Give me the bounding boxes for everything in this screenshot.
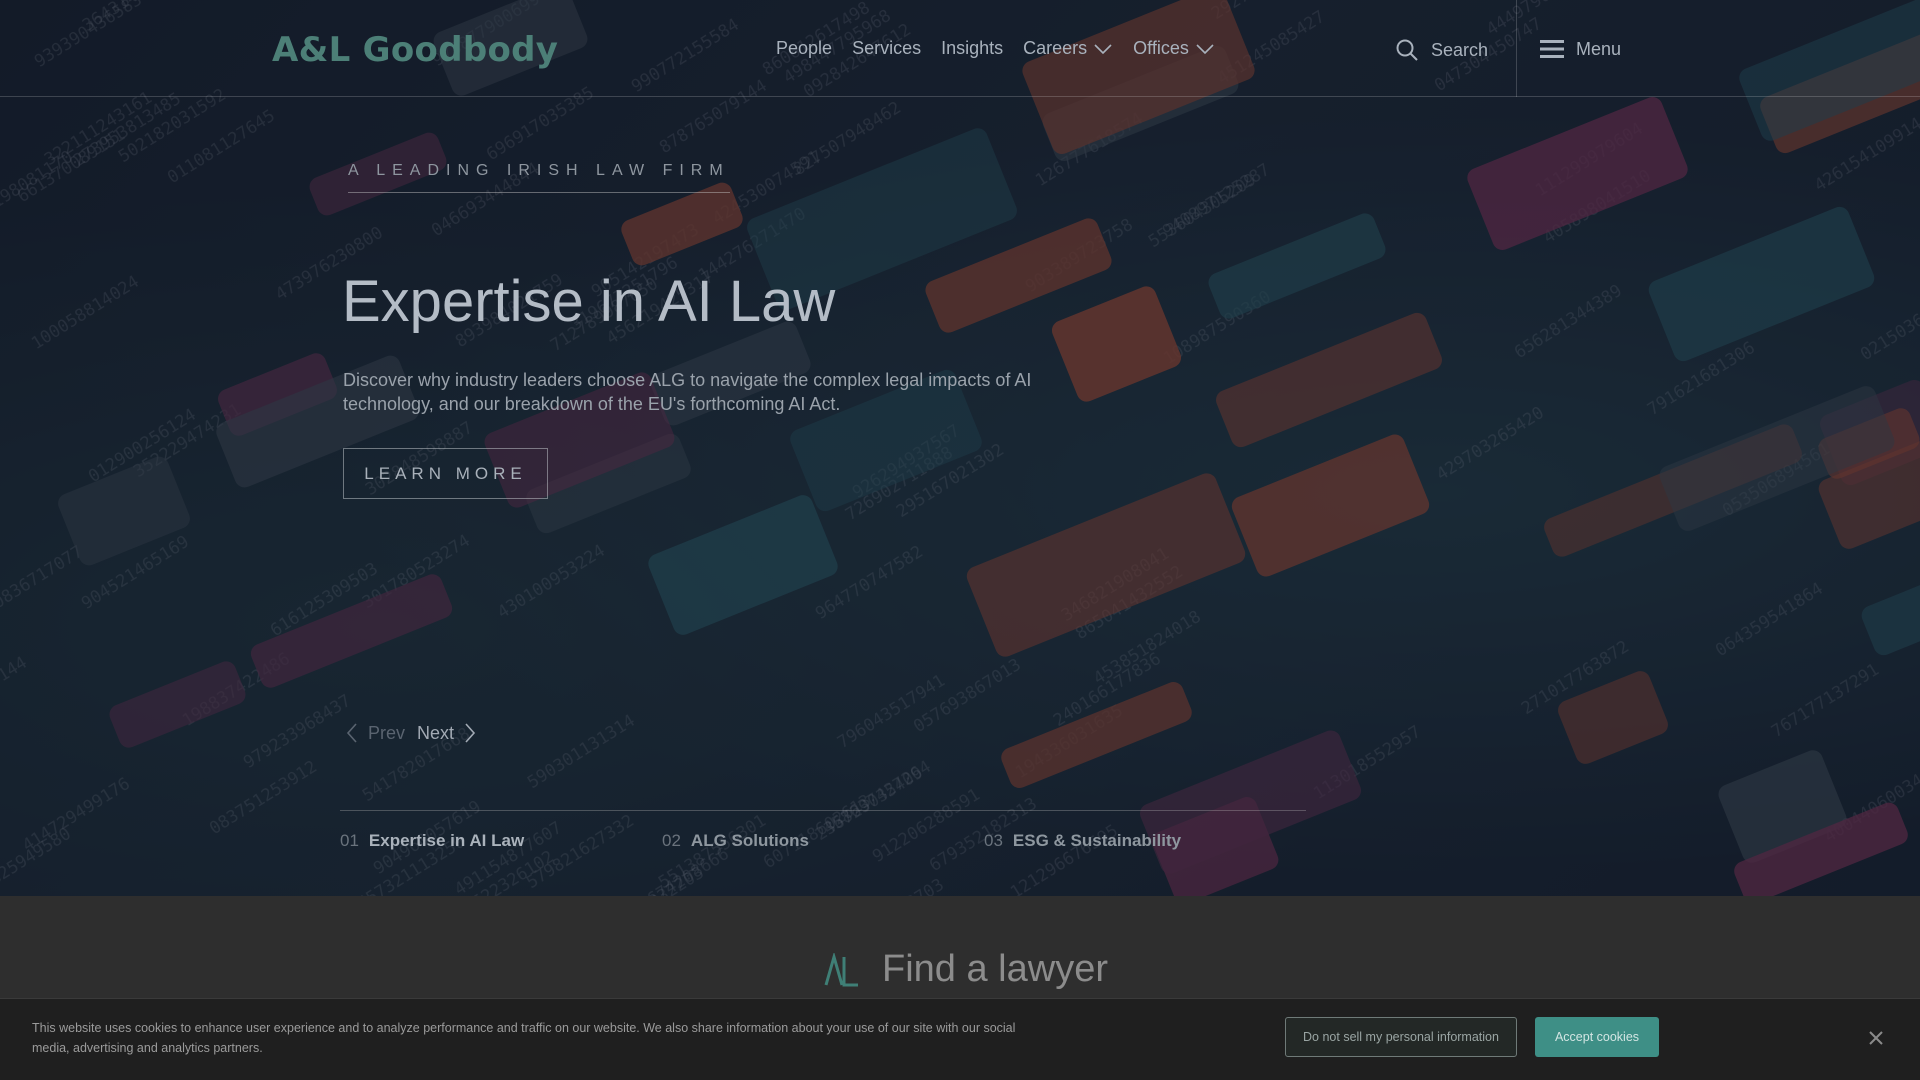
hero-description: Discover why industry leaders choose ALG…: [343, 370, 1032, 414]
slide-tab-1[interactable]: 01 Expertise in AI Law: [340, 810, 662, 851]
find-lawyer-heading: Find a lawyer: [824, 948, 1108, 991]
prev-button[interactable]: Prev: [346, 722, 405, 744]
prev-label: Prev: [368, 722, 406, 743]
find-lawyer-title: Find a lawyer: [882, 948, 1108, 990]
search-button[interactable]: Search: [1395, 38, 1488, 62]
nav-label: Careers: [1023, 38, 1088, 58]
hero-section: 4512450854274261541099144562194253170928…: [0, 0, 1920, 896]
menu-icon: [1540, 40, 1564, 58]
chevron-down-icon: [1196, 43, 1214, 54]
search-icon: [1396, 39, 1418, 61]
slider-pager: Prev Next: [346, 722, 476, 744]
learn-more-button[interactable]: LEARN MORE: [343, 448, 548, 499]
search-label: Search: [1431, 39, 1489, 60]
accept-cookies-button[interactable]: Accept cookies: [1535, 1017, 1659, 1057]
site-logo[interactable]: A&L Goodbody: [272, 30, 558, 70]
nav-item-insights[interactable]: Insights: [941, 38, 1003, 59]
main-nav: People Services Insights Careers Offices: [776, 38, 1215, 59]
cookie-text: This website uses cookies to enhance use…: [32, 1021, 1016, 1055]
slide-number: 03: [984, 831, 1003, 850]
menu-button[interactable]: Menu: [1540, 38, 1621, 60]
nav-label: Insights: [941, 38, 1004, 58]
nav-label: People: [776, 38, 833, 58]
slide-number: 01: [340, 831, 359, 850]
slide-label: ALG Solutions: [690, 831, 809, 850]
alg-mark-icon: [824, 952, 858, 986]
nav-item-services[interactable]: Services: [852, 38, 921, 59]
next-label: Next: [417, 722, 455, 743]
menu-label: Menu: [1576, 38, 1622, 59]
slide-tab-3[interactable]: 03 ESG & Sustainability: [984, 810, 1306, 851]
site-header: A&L Goodbody People Services Insights Ca…: [0, 0, 1920, 97]
nav-item-people[interactable]: People: [776, 38, 832, 59]
nav-item-careers[interactable]: Careers: [1023, 38, 1113, 59]
next-button[interactable]: Next: [417, 722, 476, 744]
hero-eyebrow: A LEADING IRISH LAW FIRM: [348, 162, 730, 193]
chevron-down-icon: [1094, 43, 1112, 54]
do-not-sell-button[interactable]: Do not sell my personal information: [1285, 1017, 1517, 1057]
header-divider: [1516, 0, 1517, 97]
slide-number: 02: [662, 831, 681, 850]
nav-item-offices[interactable]: Offices: [1133, 38, 1215, 59]
chevron-right-icon: [465, 723, 476, 743]
chevron-left-icon: [346, 723, 357, 743]
close-icon[interactable]: [1866, 1028, 1886, 1048]
slide-label: Expertise in AI Law: [368, 831, 525, 850]
slide-label: ESG & Sustainability: [1012, 831, 1182, 850]
nav-label: Services: [852, 38, 922, 58]
slide-tab-2[interactable]: 02 ALG Solutions: [662, 810, 984, 851]
hero-overlay: [0, 0, 1920, 896]
nav-label: Offices: [1133, 38, 1189, 58]
slide-tabs: 01 Expertise in AI Law 02 ALG Solutions …: [340, 810, 1306, 851]
hero-title: Expertise in AI Law: [342, 269, 836, 334]
